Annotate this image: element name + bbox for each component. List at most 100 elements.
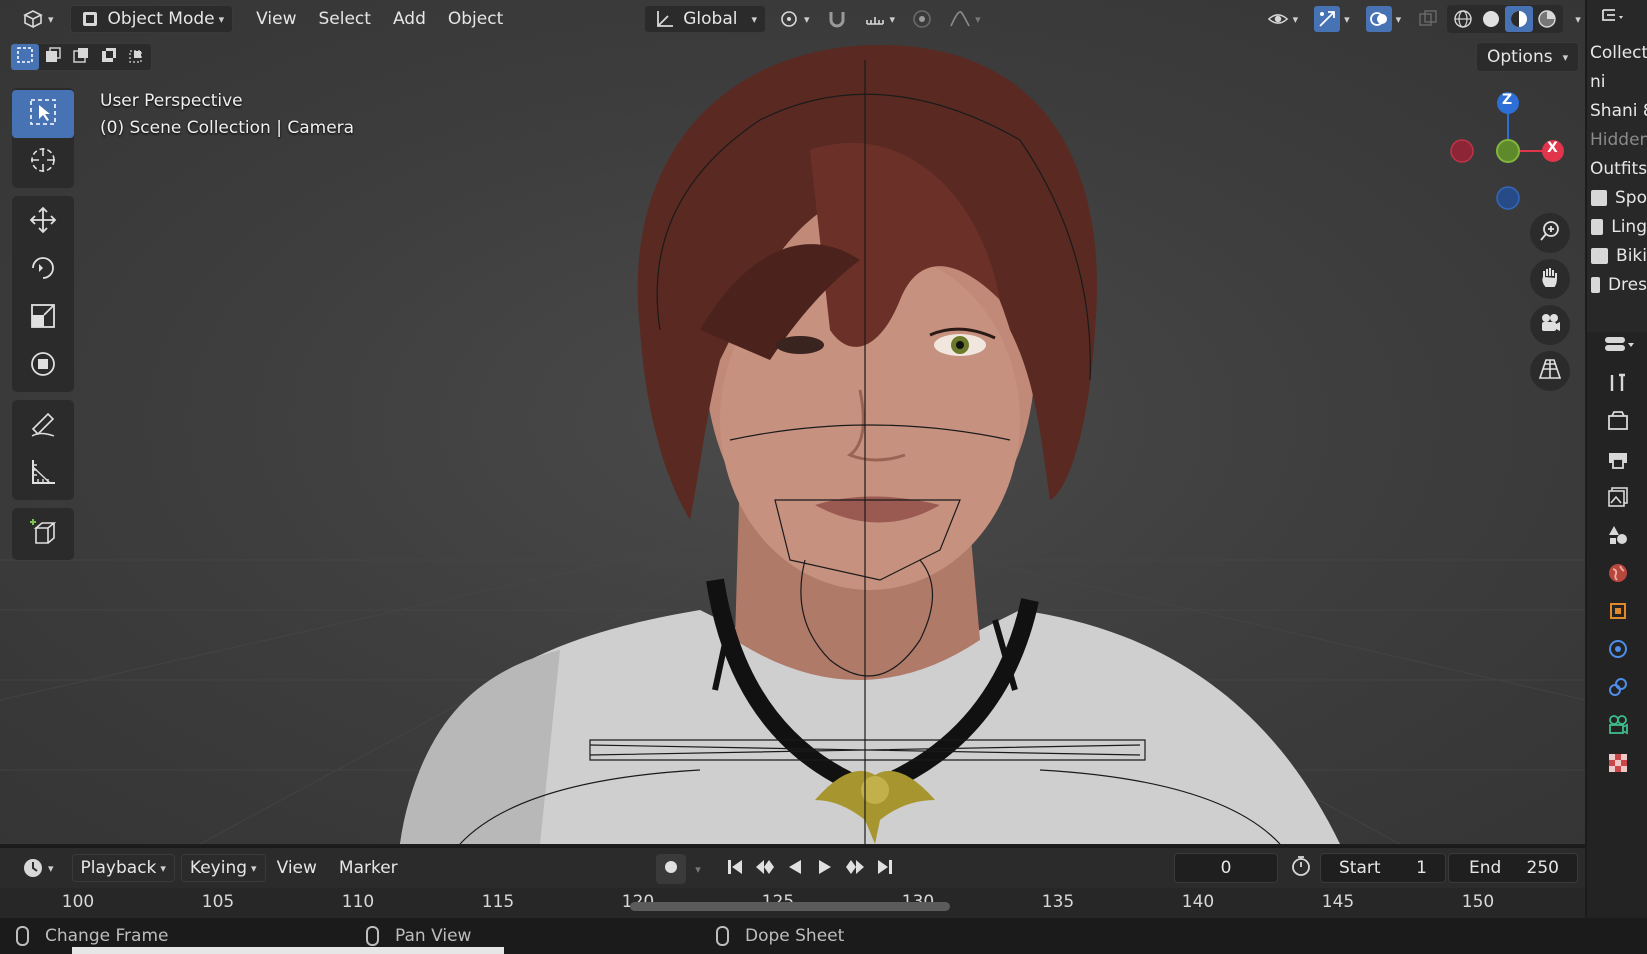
outliner-row[interactable]: Hidden <box>1587 125 1647 154</box>
select-box-tool[interactable] <box>12 90 74 138</box>
pan-button[interactable] <box>1530 259 1570 299</box>
physics-orbit-icon <box>1606 637 1630 666</box>
menu-view[interactable]: View <box>245 5 307 33</box>
shading-options-dropdown[interactable]: ▾ <box>1563 5 1585 33</box>
move-tool[interactable] <box>12 198 74 246</box>
outliner-row-collection[interactable]: Ling <box>1587 212 1647 241</box>
proportional-edit-toggle[interactable] <box>903 5 941 33</box>
solid-shading-icon[interactable] <box>1477 8 1505 30</box>
menu-add[interactable]: Add <box>382 5 437 33</box>
outliner-row-collection[interactable]: Dres <box>1587 270 1647 299</box>
select-subtract-button[interactable] <box>67 44 95 70</box>
timeline-editor-button[interactable]: ▾ <box>14 854 62 882</box>
playback-menu[interactable]: Playback ▾ <box>71 854 175 882</box>
play-reverse-button[interactable] <box>780 854 810 884</box>
viewport-info-text: User Perspective (0) Scene Collection | … <box>100 88 354 142</box>
jump-start-button[interactable] <box>720 854 750 884</box>
editor-type-button[interactable]: ▾ <box>14 5 62 33</box>
3d-viewport[interactable]: ▾ Object Mode ▾ View Select Add Object G… <box>0 0 1585 844</box>
wireframe-shading-icon[interactable] <box>1449 8 1477 30</box>
tab-world[interactable] <box>1598 556 1638 594</box>
frame-tick: 100 <box>61 892 95 912</box>
annotate-tool[interactable] <box>12 402 74 450</box>
tab-output[interactable] <box>1598 442 1638 480</box>
outliner-row-scene-collection[interactable]: Collecti <box>1587 38 1647 67</box>
viewport-editor-icon <box>22 8 44 30</box>
axis-z-label: Z <box>1502 92 1513 108</box>
scale-tool[interactable] <box>12 294 74 342</box>
tab-physics[interactable] <box>1598 632 1638 670</box>
overlays-toggle[interactable]: ▾ <box>1358 5 1410 33</box>
timeline-view-menu[interactable]: View <box>266 854 328 882</box>
visibility-dropdown[interactable]: ▾ <box>1259 5 1307 33</box>
navigation-gizmo[interactable]: Z X <box>1440 88 1580 218</box>
perspective-toggle-button[interactable] <box>1530 351 1570 391</box>
tab-texture[interactable] <box>1598 746 1638 784</box>
select-new-button[interactable] <box>11 44 39 70</box>
transform-orientation-dropdown[interactable]: Global ▾ <box>644 5 767 33</box>
auto-key-button[interactable] <box>656 854 686 884</box>
rendered-shading-icon[interactable] <box>1533 8 1561 30</box>
camera-view-button[interactable] <box>1530 305 1570 345</box>
properties-editor-icon <box>1603 337 1635 359</box>
select-subtract-icon <box>72 46 90 69</box>
tab-constraints[interactable] <box>1598 670 1638 708</box>
timeline-scrollbar[interactable] <box>630 902 950 911</box>
zoom-icon <box>1538 219 1562 248</box>
add-cube-tool[interactable] <box>12 510 74 558</box>
status-hint-left: Change Frame <box>16 926 168 946</box>
select-intersect-button[interactable] <box>123 44 151 70</box>
measure-tool[interactable] <box>12 450 74 498</box>
preview-range-toggle[interactable] <box>1286 853 1316 883</box>
material-preview-shading-icon[interactable] <box>1505 6 1534 32</box>
falloff-dropdown[interactable]: ▾ <box>941 5 989 33</box>
mode-dropdown[interactable]: Object Mode ▾ <box>69 5 234 33</box>
keying-menu[interactable]: Keying ▾ <box>180 854 266 882</box>
outliner-row-collection[interactable]: Biki <box>1587 241 1647 270</box>
select-invert-button[interactable] <box>95 44 123 70</box>
frame-end-field[interactable]: End 250 <box>1448 853 1578 883</box>
rotate-tool[interactable] <box>12 246 74 294</box>
tab-view-layer[interactable] <box>1598 480 1638 518</box>
menu-select[interactable]: Select <box>308 5 382 33</box>
marker-menu[interactable]: Marker <box>328 854 409 882</box>
hand-icon <box>1538 265 1562 294</box>
falloff-curve-icon <box>949 8 971 30</box>
tab-render[interactable] <box>1598 404 1638 442</box>
outliner-row[interactable]: Shani 8 <box>1587 96 1647 125</box>
tab-tool[interactable] <box>1598 366 1638 404</box>
playback-controls <box>720 854 900 884</box>
overlays-icon <box>1365 6 1392 32</box>
transform-tool[interactable] <box>12 342 74 390</box>
select-box-icon <box>28 97 58 132</box>
select-extend-button[interactable] <box>39 44 67 70</box>
outliner-row-collection[interactable]: Spo <box>1587 183 1647 212</box>
gizmo-toggle[interactable]: ▾ <box>1306 5 1358 33</box>
eye-icon <box>1267 8 1289 30</box>
jump-end-button[interactable] <box>870 854 900 884</box>
tab-data[interactable] <box>1598 708 1638 746</box>
xray-toggle[interactable] <box>1409 5 1447 33</box>
snap-toggle[interactable] <box>818 5 856 33</box>
keying-set-dropdown[interactable]: ▾ <box>686 854 706 884</box>
outliner-row[interactable]: ni <box>1587 67 1647 96</box>
next-keyframe-button[interactable] <box>840 854 870 884</box>
status-hint-right: Dope Sheet <box>716 926 844 946</box>
outliner-row[interactable]: Outfits <box>1587 154 1647 183</box>
zoom-button[interactable] <box>1530 213 1570 253</box>
options-label: Options <box>1487 47 1553 67</box>
options-dropdown[interactable]: Options ▾ <box>1476 42 1580 72</box>
tab-scene[interactable] <box>1598 518 1638 556</box>
current-frame-field[interactable]: 0 <box>1174 853 1278 883</box>
outliner-editor-icon[interactable] <box>1601 7 1627 32</box>
frame-start-field[interactable]: Start 1 <box>1320 853 1446 883</box>
snap-target-dropdown[interactable]: ▾ <box>856 5 904 33</box>
prev-keyframe-button[interactable] <box>750 854 780 884</box>
play-button[interactable] <box>810 854 840 884</box>
pivot-point-dropdown[interactable]: ▾ <box>770 5 818 33</box>
end-value: 250 <box>1526 858 1559 878</box>
cursor-tool[interactable] <box>12 138 74 186</box>
tab-object[interactable] <box>1598 594 1638 632</box>
menu-object[interactable]: Object <box>437 5 514 33</box>
properties-editor-button[interactable] <box>1587 332 1647 358</box>
